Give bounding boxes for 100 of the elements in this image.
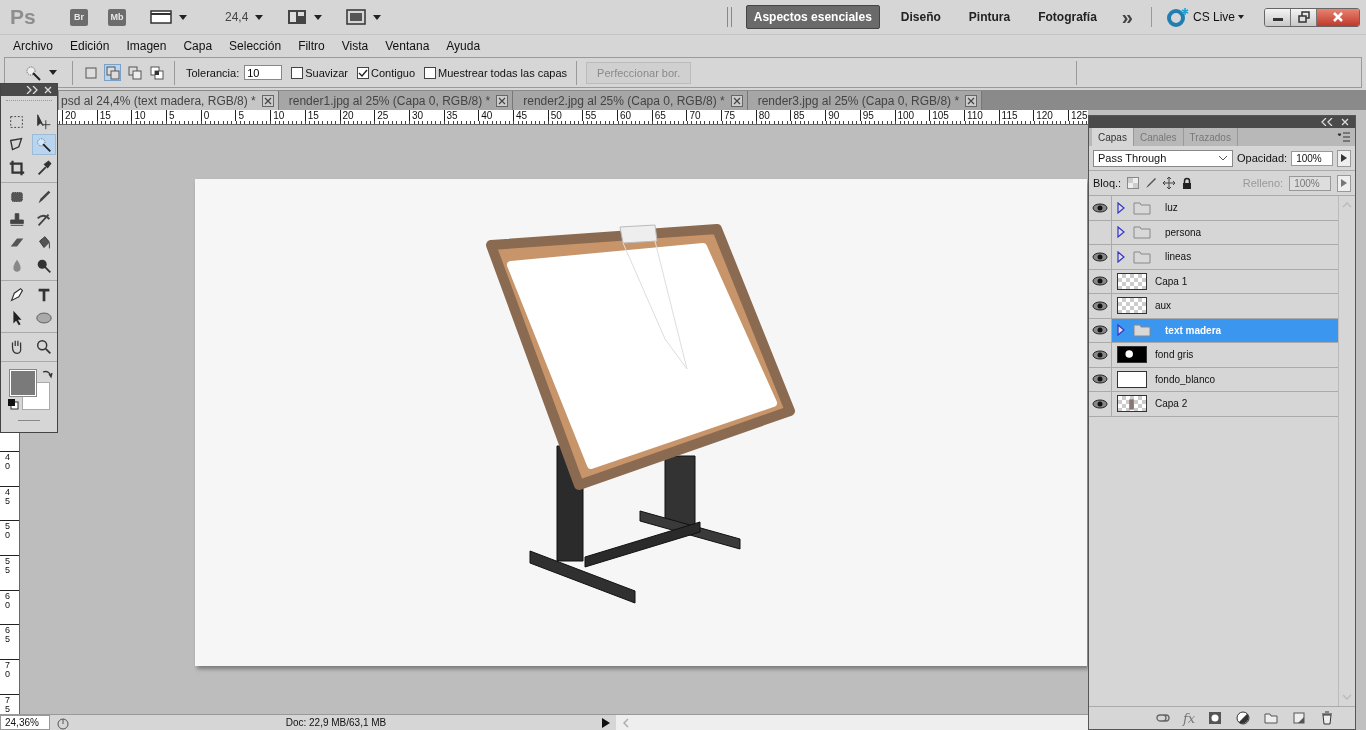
checkbox[interactable] — [291, 66, 304, 79]
opacity-slider-button[interactable] — [1337, 149, 1352, 167]
menu-item[interactable]: Edición — [61, 39, 118, 53]
foreground-color-swatch[interactable] — [10, 370, 36, 396]
fill-field[interactable]: 100% — [1289, 175, 1332, 191]
tolerance-field[interactable]: 10 — [244, 65, 283, 80]
tool-button[interactable] — [32, 134, 56, 155]
minimize-button[interactable] — [1265, 8, 1291, 26]
swap-icon[interactable] — [41, 368, 53, 380]
close-icon[interactable] — [496, 94, 509, 107]
ruler-label: 90 — [828, 110, 840, 121]
zoom-field[interactable]: 24,36% — [0, 715, 50, 730]
mask-icon[interactable] — [1207, 711, 1224, 725]
document-tab[interactable]: render1.jpg al 25% (Capa 0, RGB/8) * — [278, 91, 514, 110]
caret-icon — [179, 14, 187, 20]
magic-wand-icon — [35, 135, 53, 154]
new-layer-icon[interactable] — [1291, 711, 1308, 725]
menu-item[interactable]: Selección — [220, 39, 290, 53]
document-tab[interactable]: render3.jpg al 25% (Capa 0, RGB/8) * — [747, 91, 983, 110]
disclosure-triangle-icon[interactable] — [1117, 226, 1125, 239]
visibility-toggle[interactable] — [1089, 196, 1112, 220]
disclosure-triangle-icon[interactable] — [1117, 324, 1125, 337]
ruler-label: 10 — [134, 110, 146, 121]
blend-mode-dropdown[interactable]: Pass Through — [1093, 149, 1233, 167]
layer-thumbnail — [1117, 272, 1147, 290]
ruler-label: 15 — [307, 110, 319, 121]
visibility-toggle[interactable] — [1089, 294, 1112, 318]
menu-item[interactable]: Capa — [174, 39, 221, 53]
visibility-toggle[interactable] — [1089, 269, 1112, 293]
more-workspaces-button[interactable]: » — [1117, 7, 1137, 27]
collapse-icon[interactable] — [1321, 118, 1334, 126]
workspace-button[interactable]: Diseño — [893, 6, 948, 28]
lock-transparency-icon[interactable] — [1127, 177, 1140, 189]
view-extras-button[interactable] — [150, 9, 187, 25]
menu-item[interactable]: Vista — [332, 39, 377, 53]
checkbox-option[interactable]: Muestrear todas las capas — [424, 66, 568, 79]
menu-item[interactable]: Imagen — [117, 39, 175, 53]
restore-button[interactable] — [1291, 8, 1317, 26]
layer-row[interactable]: Capa 1 — [1089, 269, 1339, 294]
visibility-toggle[interactable] — [1089, 392, 1112, 416]
layer-row[interactable]: fondo_blanco — [1089, 367, 1339, 392]
move-icon[interactable] — [1163, 177, 1176, 189]
eyedropper-icon — [35, 158, 53, 177]
checkbox-option[interactable]: Suavizar — [291, 66, 348, 79]
layer-row[interactable]: Capa 2 — [1089, 392, 1339, 417]
lock-icon[interactable] — [1181, 177, 1194, 189]
half-circle-icon[interactable] — [1235, 711, 1252, 725]
layer-row[interactable]: aux — [1089, 294, 1339, 319]
opacity-field[interactable]: 100% — [1291, 150, 1334, 166]
visibility-toggle[interactable] — [1089, 343, 1112, 367]
eye-icon — [1092, 349, 1108, 360]
layer-row[interactable]: fond gris — [1089, 343, 1339, 368]
expand-icon[interactable] — [26, 86, 38, 94]
ruler-label: 75 — [5, 695, 11, 714]
disclosure-triangle-icon[interactable] — [1117, 250, 1125, 263]
workspace-button[interactable]: Pintura — [961, 6, 1018, 28]
document-tab[interactable]: render2.jpg al 25% (Capa 0, RGB/8) * — [513, 91, 748, 110]
checkbox[interactable] — [424, 66, 437, 79]
menu-item[interactable]: Ayuda — [437, 39, 489, 53]
opacity-label: Opacidad: — [1237, 152, 1288, 164]
checkbox[interactable] — [357, 66, 369, 79]
default-colors-icon[interactable] — [7, 398, 19, 410]
panel-tab[interactable]: Capas — [1092, 128, 1134, 146]
menu-item[interactable]: Filtro — [289, 39, 333, 53]
selection-mode-button[interactable] — [148, 64, 165, 81]
layer-row[interactable]: persona — [1089, 220, 1339, 245]
preview-icon[interactable] — [56, 715, 70, 730]
ruler-label: 45 — [515, 110, 528, 121]
close-icon[interactable] — [730, 94, 743, 107]
selection-mode-icon — [127, 65, 142, 80]
launcher-button[interactable]: Br — [70, 8, 88, 26]
visibility-toggle[interactable] — [1089, 367, 1112, 391]
document-tab[interactable]: psd al 24,4% (text madera, RGB/8) * — [59, 91, 279, 110]
layer-row[interactable]: lineas — [1089, 245, 1339, 270]
fill-slider-button[interactable] — [1337, 174, 1352, 192]
close-button[interactable] — [1317, 8, 1359, 26]
link-icon[interactable] — [1155, 711, 1171, 725]
close-icon[interactable] — [965, 94, 978, 107]
launcher-button[interactable]: Mb — [108, 8, 126, 26]
checkbox-option[interactable]: Contiguo — [357, 66, 416, 79]
tolerance-label: Tolerancia: — [186, 66, 240, 79]
screen-mode-button[interactable] — [346, 9, 382, 25]
menu-item[interactable]: Archivo — [4, 39, 61, 53]
menu-item[interactable]: Ventana — [376, 39, 438, 53]
arrange-button[interactable] — [287, 9, 323, 25]
layer-row[interactable]: luz — [1089, 196, 1339, 221]
horizontal-scrollbar[interactable] — [616, 715, 1088, 730]
close-icon[interactable] — [261, 94, 274, 107]
workspace-button[interactable]: Aspectos esenciales — [745, 5, 880, 29]
menu-icon[interactable] — [1337, 132, 1352, 142]
cs-live-button[interactable]: CS Live — [1165, 6, 1244, 28]
crop-icon — [8, 158, 26, 177]
disclosure-triangle-icon[interactable] — [1117, 201, 1125, 214]
visibility-toggle[interactable] — [1089, 245, 1112, 269]
selection-mode-icon — [83, 65, 98, 80]
zoom-dropdown[interactable]: 24,4 — [225, 10, 264, 24]
brush-icon[interactable] — [1145, 177, 1158, 189]
folder-icon[interactable] — [1263, 711, 1280, 725]
workspace-button[interactable]: Fotografía — [1031, 6, 1104, 28]
play-icon[interactable] — [602, 717, 610, 728]
